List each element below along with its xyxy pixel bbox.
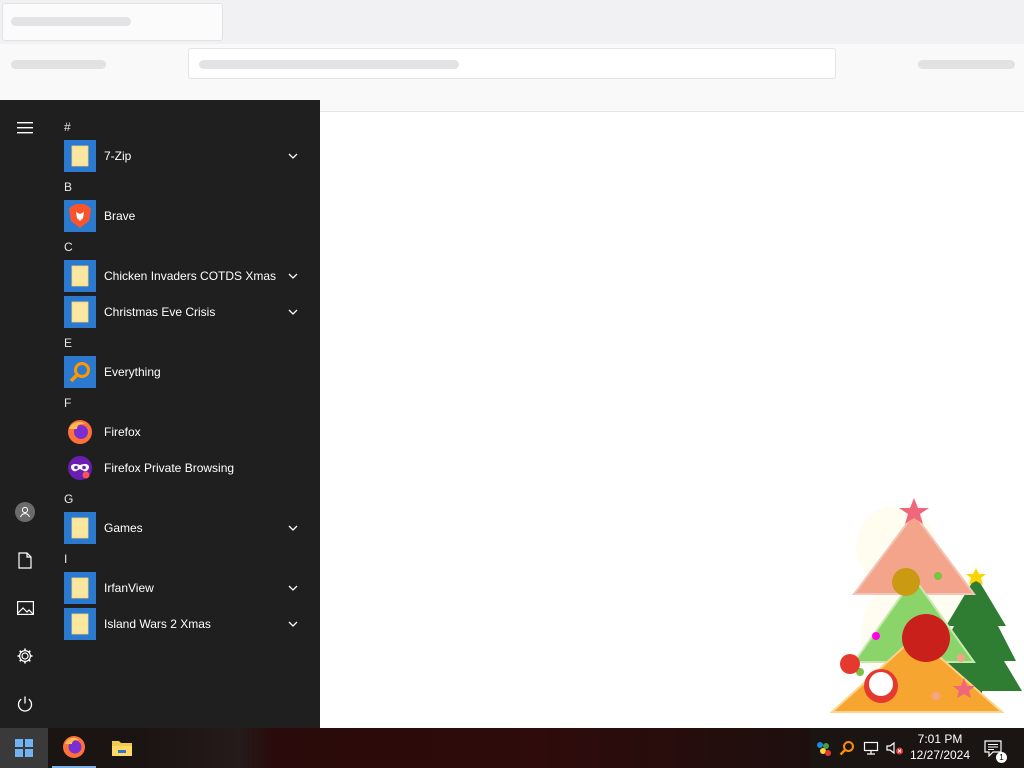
documents-button[interactable] <box>0 537 50 583</box>
network-icon <box>863 741 879 755</box>
address-bar-placeholder[interactable] <box>188 48 836 79</box>
notification-badge: 1 <box>996 752 1007 763</box>
taskbar-file-explorer-button[interactable] <box>100 728 144 768</box>
section-header-i[interactable]: I <box>56 546 312 570</box>
volume-muted-icon <box>886 741 903 755</box>
app-item-firefox[interactable]: Firefox <box>56 414 312 450</box>
toolbar-placeholder-left <box>11 60 106 69</box>
tab-title-placeholder <box>11 17 131 26</box>
power-icon <box>17 696 33 712</box>
section-header-c[interactable]: C <box>56 234 312 258</box>
app-label: Christmas Eve Crisis <box>104 305 216 319</box>
folder-icon <box>64 572 96 604</box>
app-label: Brave <box>104 209 136 223</box>
address-text-placeholder <box>199 60 459 69</box>
start-menu: #7-Zip B Brave C Chicken Invaders COTDS Xmas… <box>0 100 320 728</box>
taskbar-wallpaper-strip <box>140 728 810 768</box>
tray-everything[interactable] <box>836 728 858 768</box>
firefox-private-icon <box>64 452 96 484</box>
tray-network-status[interactable] <box>812 728 834 768</box>
taskbar: 7:01 PM 12/27/2024 <box>0 728 1024 768</box>
user-icon <box>15 502 35 522</box>
file-explorer-icon <box>112 741 132 756</box>
app-label: Firefox Private Browsing <box>104 461 235 475</box>
app-item-everything[interactable]: Everything <box>56 354 312 390</box>
firefox-icon <box>64 416 96 448</box>
user-account-button[interactable] <box>0 489 50 535</box>
app-label: Everything <box>104 365 161 379</box>
settings-button[interactable] <box>0 633 50 679</box>
tray-volume[interactable] <box>884 728 906 768</box>
firefox-icon <box>63 736 85 758</box>
app-label: Island Wars 2 Xmas <box>104 617 211 631</box>
chevron-down-icon[interactable] <box>286 521 300 535</box>
chevron-down-icon[interactable] <box>286 581 300 595</box>
app-item-games[interactable]: Games <box>56 510 312 546</box>
christmas-tree-gadget[interactable] <box>826 486 1024 728</box>
chevron-down-icon[interactable] <box>286 305 300 319</box>
chevron-down-icon[interactable] <box>286 617 300 631</box>
folder-icon <box>64 296 96 328</box>
settings-icon <box>17 648 33 664</box>
app-item-chicken-invaders-cotds-xmas[interactable]: Chicken Invaders COTDS Xmas <box>56 258 312 294</box>
section-header-b[interactable]: B <box>56 174 312 198</box>
chevron-down-icon[interactable] <box>286 149 300 163</box>
start-button[interactable] <box>0 728 48 768</box>
taskbar-firefox-button[interactable] <box>52 728 96 768</box>
section-header-g[interactable]: G <box>56 486 312 510</box>
app-label: Firefox <box>104 425 141 439</box>
toolbar-placeholder-right <box>918 60 1015 69</box>
folder-icon <box>64 140 96 172</box>
documents-icon <box>18 551 32 569</box>
tray-network[interactable] <box>860 728 882 768</box>
app-item-irfanview[interactable]: IrfanView <box>56 570 312 606</box>
magnifier-icon <box>64 356 96 388</box>
app-item-7-zip[interactable]: 7-Zip <box>56 138 312 174</box>
taskbar-clock[interactable]: 7:01 PM 12/27/2024 <box>904 731 976 763</box>
windows-logo-icon <box>15 739 33 757</box>
everything-tray-icon <box>839 741 854 756</box>
chevron-down-icon[interactable] <box>286 269 300 283</box>
pictures-icon <box>16 601 34 615</box>
folder-icon <box>64 608 96 640</box>
app-item-christmas-eve-crisis[interactable]: Christmas Eve Crisis <box>56 294 312 330</box>
app-label: 7-Zip <box>104 149 132 163</box>
clock-date: 12/27/2024 <box>909 748 971 762</box>
browser-tab-placeholder[interactable] <box>2 3 223 41</box>
clock-time: 7:01 PM <box>917 732 963 746</box>
section-header-f[interactable]: F <box>56 390 312 414</box>
app-label: IrfanView <box>104 581 154 595</box>
app-item-island-wars-2-xmas[interactable]: Island Wars 2 Xmas <box>56 606 312 642</box>
app-item-brave[interactable]: Brave <box>56 198 312 234</box>
app-label: Chicken Invaders COTDS Xmas <box>104 269 277 283</box>
power-button[interactable] <box>0 681 50 727</box>
pictures-button[interactable] <box>0 585 50 631</box>
start-menu-rail <box>0 100 50 728</box>
section-header-hash[interactable]: # <box>56 114 312 138</box>
brave-icon <box>64 200 96 232</box>
hamburger-icon <box>17 122 33 134</box>
network-status-icon <box>817 742 831 756</box>
app-label: Games <box>104 521 143 535</box>
app-list: #7-Zip B Brave C Chicken Invaders COTDS Xmas… <box>56 114 312 642</box>
app-item-firefox-private-browsing[interactable]: Firefox Private Browsing <box>56 450 312 486</box>
section-header-e[interactable]: E <box>56 330 312 354</box>
folder-icon <box>64 512 96 544</box>
folder-icon <box>64 260 96 292</box>
expand-menu-button[interactable] <box>0 105 50 151</box>
